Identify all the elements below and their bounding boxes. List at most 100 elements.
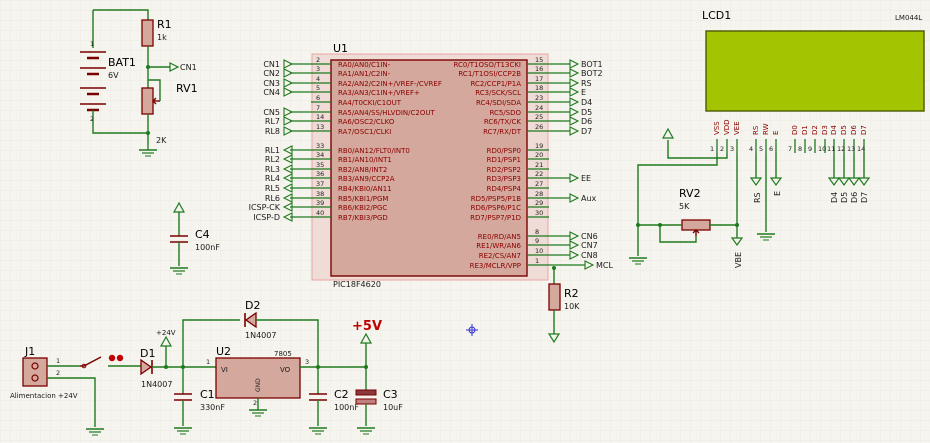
mcu-left-net: RL7 xyxy=(265,117,280,126)
mcu-pin-number: 30 xyxy=(535,209,543,217)
lcd-pin-name: E xyxy=(772,131,780,135)
mcu-left-net: RL4 xyxy=(265,174,280,183)
lcd-pin-number: 11 xyxy=(827,145,835,153)
lcd-d6-net: D6 xyxy=(850,192,859,203)
lcd-ref: LCD1 xyxy=(702,9,731,22)
mcu-left-net: CN1 xyxy=(263,60,280,69)
mcu-pin-name: RD4/PSP4 xyxy=(487,185,522,193)
mcu-left-net: RL8 xyxy=(265,127,280,136)
switch-led-icon[interactable] xyxy=(108,354,116,362)
mcu-pin-name: RB4/KBI0/AN11 xyxy=(338,185,392,193)
mcu-right-net: BOT2 xyxy=(581,69,603,78)
svg-text:VI: VI xyxy=(221,366,228,374)
lcd-pin-name: D2 xyxy=(811,125,819,135)
mcu-pin-name: RA2/AN2/C2IN+/VREF-/CVREF xyxy=(338,80,442,88)
mcu-pin-number: 28 xyxy=(535,190,543,198)
lcd-model: LM044L xyxy=(895,14,922,22)
rv1-net: CN1 xyxy=(180,63,197,72)
c3-ref: C3 xyxy=(383,388,398,401)
r2-body[interactable] xyxy=(548,283,561,311)
mcu-pin-number: 9 xyxy=(535,237,539,245)
mcu-right-net: CN6 xyxy=(581,232,598,241)
mcu-pin-name: RB3/AN9/CCP2A xyxy=(338,175,395,183)
mcu-pin-name: RE1/WR/AN6 xyxy=(476,242,521,250)
svg-text:GND: GND xyxy=(255,378,262,392)
mcu-pin-name: RB1/AN10/INT1 xyxy=(338,156,392,164)
mcu-pin-number: 3 xyxy=(316,65,320,73)
mcu-pin-name: RD2/PSP2 xyxy=(487,166,521,174)
mcu-pin-name: RC6/TX/CK xyxy=(484,118,522,126)
mcu-pin-number: 23 xyxy=(535,94,543,102)
mcu-part: PIC18F4620 xyxy=(333,280,381,289)
lcd-pin-number: 1 xyxy=(710,145,714,153)
lcd-screen[interactable] xyxy=(705,30,925,112)
mcu-left-net: ICSP-CK xyxy=(249,203,281,212)
mcu-pin-name: RD6/PSP6/P1C xyxy=(471,204,521,212)
lcd-pin-name: D6 xyxy=(850,125,858,135)
mcu-pin-number: 36 xyxy=(316,170,324,178)
lcd-pin-name: RW xyxy=(762,123,770,135)
mcu-pin-name: RB5/KBI1/PGM xyxy=(338,195,388,203)
mcu-pin-number: 4 xyxy=(316,75,320,83)
mcu-right-net: MCL xyxy=(596,261,613,270)
lcd-pin-number: 10 xyxy=(818,145,826,153)
mcu-pin-number: 24 xyxy=(535,104,543,112)
lcd-pin-number: 8 xyxy=(798,145,802,153)
mcu-pin-name: RC1/T1OSI/CCP2B xyxy=(458,70,521,78)
mcu-pin-number: 29 xyxy=(535,199,543,207)
mcu-pin-name: RA7/OSC1/CLKI xyxy=(338,128,391,136)
mcu-pin-number: 19 xyxy=(535,142,543,150)
j1-body[interactable] xyxy=(22,357,48,387)
mcu-pin-number: 2 xyxy=(316,56,320,64)
mcu-pin-number: 40 xyxy=(316,209,324,217)
mcu-pin-number: 21 xyxy=(535,161,543,169)
mcu-pin-name: RA1/AN1/C2IN- xyxy=(338,70,391,78)
mcu-pin-number: 25 xyxy=(535,113,543,121)
mcu-right-net: D4 xyxy=(581,98,592,107)
switch-led-icon[interactable] xyxy=(116,354,124,362)
mcu-right-net: CN7 xyxy=(581,241,598,250)
lcd-pin-number: 6 xyxy=(769,145,773,153)
mcu-pin-name: RD3/PSP3 xyxy=(487,175,521,183)
r1-body[interactable] xyxy=(141,19,154,47)
d2-value: 1N4007 xyxy=(245,331,276,340)
mcu-right-net: E xyxy=(581,88,586,97)
c2-ref: C2 xyxy=(334,388,349,401)
svg-text:2: 2 xyxy=(56,369,60,377)
lcd-pin-name: RS xyxy=(752,125,760,135)
svg-text:1: 1 xyxy=(56,357,60,365)
lcd-pin-number: 5 xyxy=(759,145,763,153)
rv2-body[interactable] xyxy=(681,219,711,231)
lcd-pin-name: D3 xyxy=(821,125,829,135)
lcd-pin-number: 3 xyxy=(730,145,734,153)
mcu-right-net: BOT1 xyxy=(581,60,603,69)
mcu-ref: U1 xyxy=(333,42,348,55)
rv1-body[interactable] xyxy=(141,87,154,115)
lcd-pin-name: D5 xyxy=(840,125,848,135)
mcu-right-net: RS xyxy=(581,79,592,88)
mcu-left-net: RL1 xyxy=(265,146,280,155)
rv1-value: 2K xyxy=(156,136,167,145)
mcu-right-net: D5 xyxy=(581,108,592,117)
r2-value: 10K xyxy=(564,302,580,311)
mcu-right-net: EE xyxy=(581,174,591,183)
u2-part: 7805 xyxy=(274,350,292,358)
mcu-pin-number: 10 xyxy=(535,247,543,255)
mcu-pin-name: RB6/KBI2/PGC xyxy=(338,204,387,212)
mcu-right-net: Aux xyxy=(581,194,597,203)
mcu-pin-name: RD1/PSP1 xyxy=(487,156,521,164)
mcu-pin-number: 16 xyxy=(535,65,543,73)
mcu-pin-name: RD7/PSP7/P1D xyxy=(470,214,521,222)
mcu-pin-number: 20 xyxy=(535,151,543,159)
j1-label: Alimentacion +24V xyxy=(10,392,78,400)
mcu-pin-name: RC4/SDI/SDA xyxy=(476,99,521,107)
svg-text:2: 2 xyxy=(90,115,94,123)
mcu-pin-name: RE3/MCLR/VPP xyxy=(470,262,521,270)
mcu-left-net: RL3 xyxy=(265,165,280,174)
lcd-pin-number: 2 xyxy=(720,145,724,153)
lcd-pin-number: 7 xyxy=(788,145,792,153)
svg-text:1: 1 xyxy=(90,40,94,48)
rv2-value: 5K xyxy=(679,202,690,211)
mcu-left-net: CN2 xyxy=(263,69,280,78)
mcu-left-net: CN3 xyxy=(263,79,280,88)
